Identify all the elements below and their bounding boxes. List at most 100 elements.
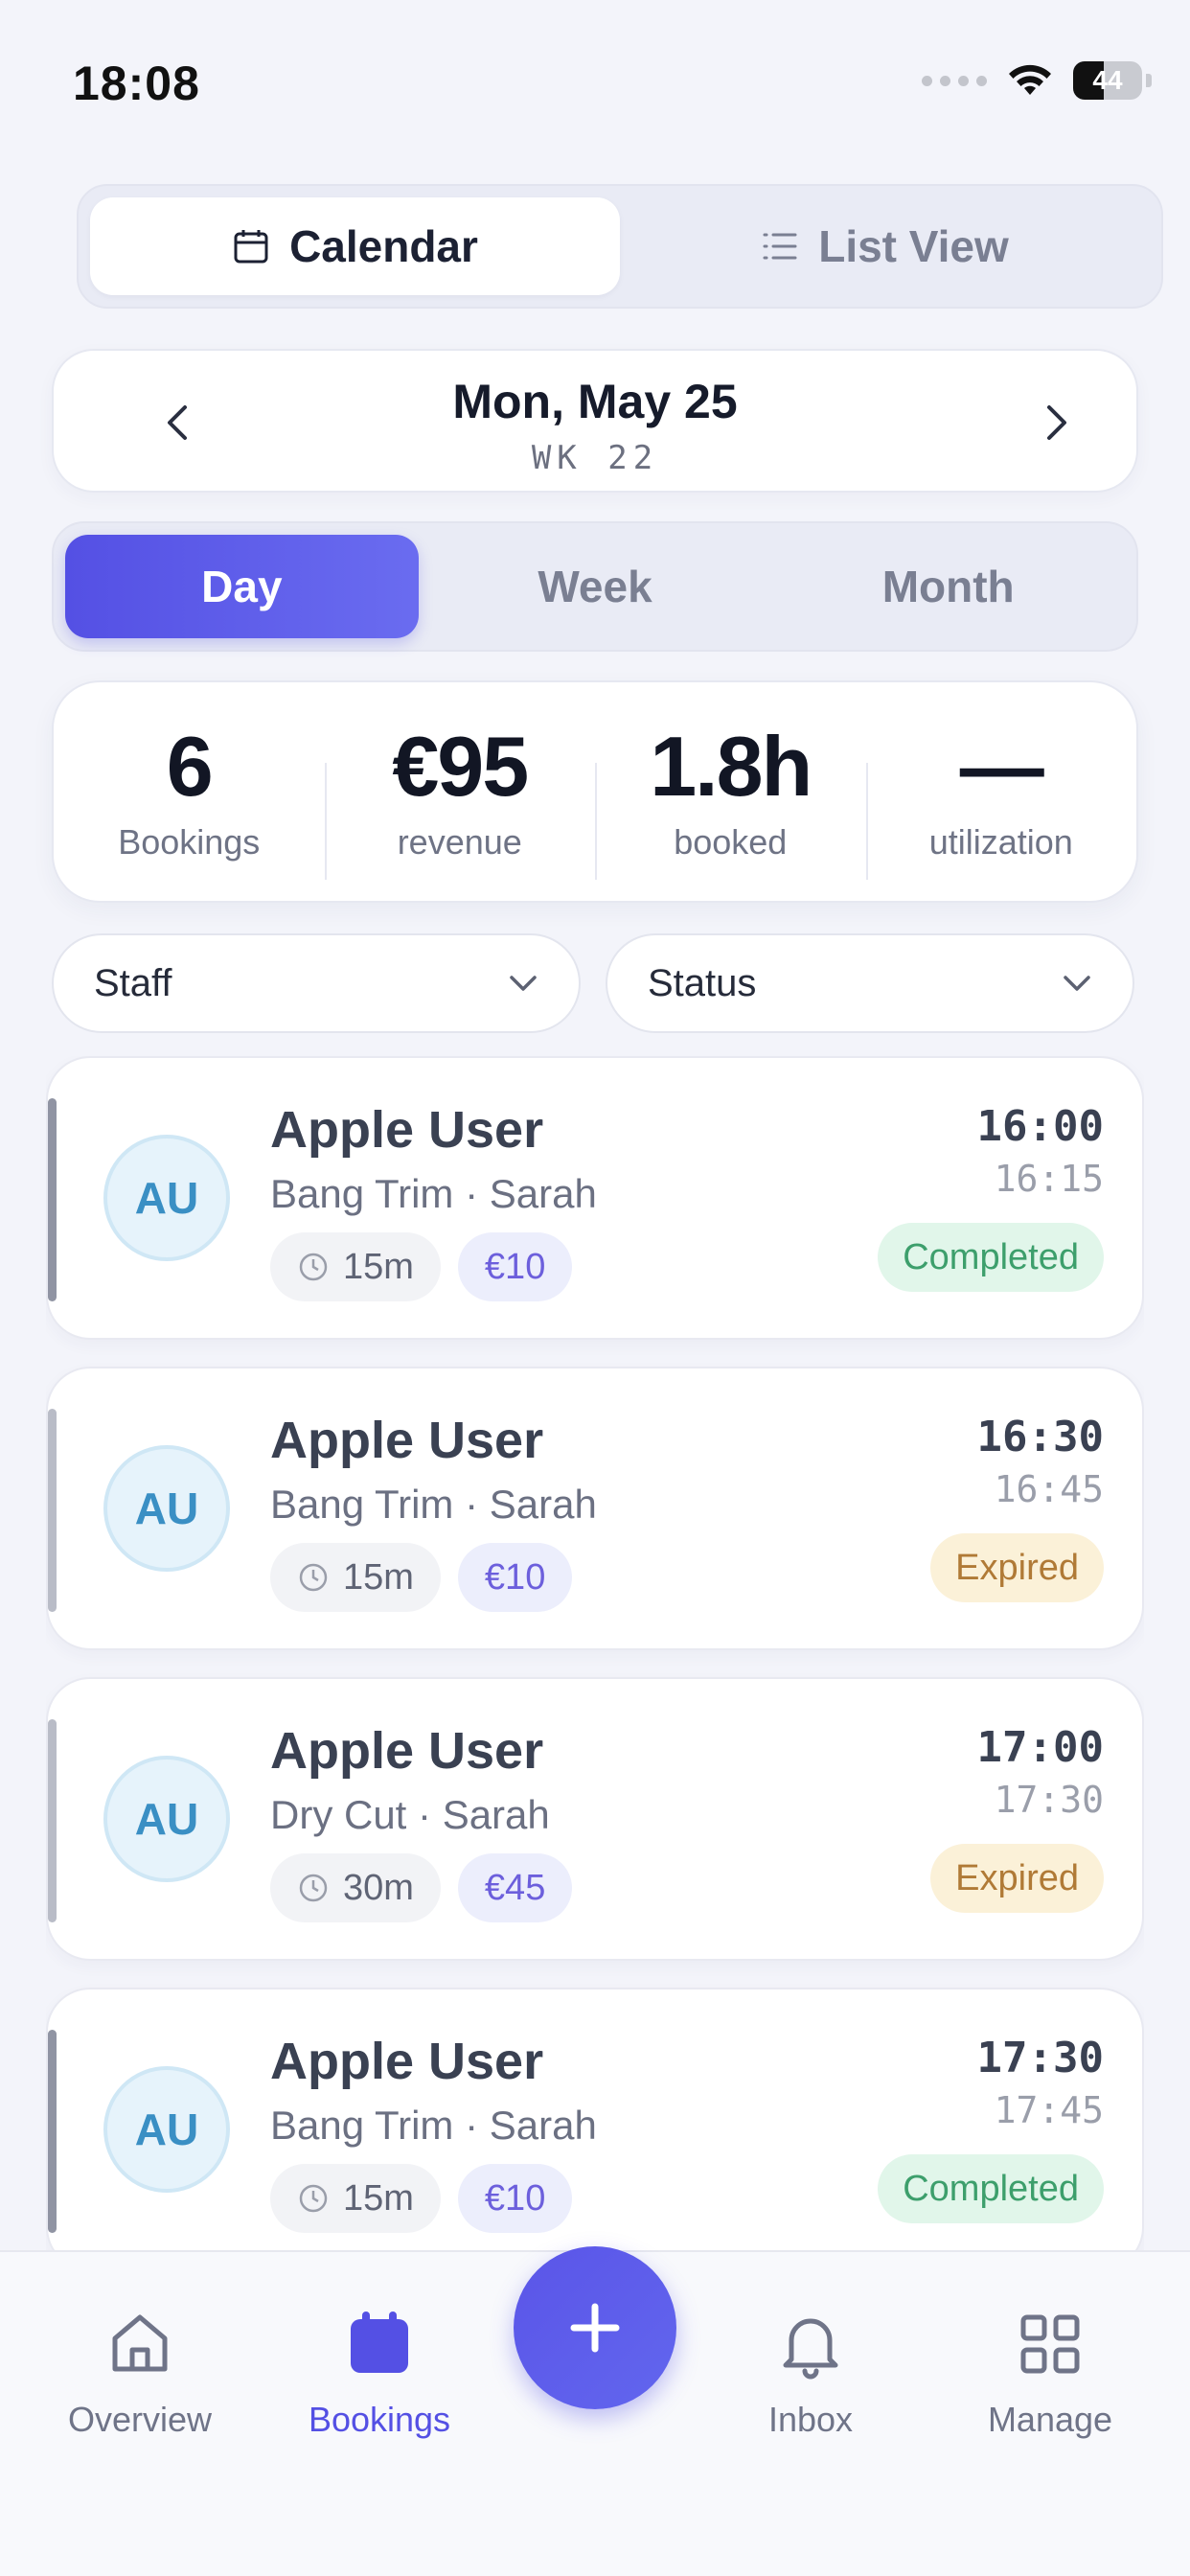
tab-list-view[interactable]: List View <box>620 197 1150 295</box>
wifi-icon <box>1009 64 1051 95</box>
stat-value: 6 <box>166 718 214 814</box>
battery-level: 44 <box>1092 65 1123 95</box>
stat-utilization: — utilization <box>865 718 1137 880</box>
avatar: AU <box>103 1445 230 1572</box>
tab-list-view-label: List View <box>818 221 1009 271</box>
clock-icon <box>299 2184 328 2213</box>
chevron-down-icon <box>510 976 537 991</box>
stat-booked-hours: 1.8h booked <box>595 718 866 880</box>
nav-inbox[interactable]: Inbox <box>705 2306 916 2440</box>
service-detail: Dry Cut · Sarah <box>270 1792 550 1837</box>
status-accent-bar <box>48 2030 57 2233</box>
booking-chips: 30m €45 <box>270 1853 573 1922</box>
bell-icon <box>783 2318 838 2380</box>
cellular-signal-icon <box>922 75 987 86</box>
tab-calendar[interactable]: Calendar <box>90 197 620 295</box>
status-badge: Completed <box>878 2154 1104 2223</box>
calendar-icon <box>351 2312 408 2373</box>
price-chip: €10 <box>457 2164 573 2233</box>
tab-calendar-label: Calendar <box>289 221 478 271</box>
duration-chip: 30m <box>270 1853 441 1922</box>
service-detail: Bang Trim · Sarah <box>270 2103 597 2148</box>
battery-icon: 44 <box>1073 61 1142 100</box>
staff-name: Sarah <box>489 1171 597 1216</box>
booking-chips: 15m €10 <box>270 2164 573 2233</box>
service-name: Bang Trim <box>270 1171 454 1216</box>
plus-icon <box>570 2303 620 2353</box>
staff-name: Sarah <box>489 2103 597 2148</box>
avatar: AU <box>103 1756 230 1882</box>
price-chip: €10 <box>457 1543 573 1612</box>
start-time: 16:00 <box>976 1102 1104 1151</box>
price-chip: €10 <box>457 1232 573 1301</box>
add-booking-button[interactable] <box>514 2246 676 2409</box>
clock-icon <box>299 1253 328 1281</box>
staff-filter-label: Staff <box>94 961 172 1004</box>
clock-icon <box>299 1563 328 1592</box>
tab-day[interactable]: Day <box>65 535 419 638</box>
nav-bookings-label: Bookings <box>308 2400 451 2439</box>
status-bar: 18:08 44 <box>0 0 1190 144</box>
staff-filter-dropdown[interactable]: Staff <box>52 933 581 1033</box>
status-time: 18:08 <box>73 57 200 110</box>
status-filter-dropdown[interactable]: Status <box>606 933 1134 1033</box>
service-name: Dry Cut <box>270 1792 407 1837</box>
customer-name: Apple User <box>270 1101 544 1159</box>
nav-inbox-label: Inbox <box>767 2400 854 2439</box>
selected-date: Mon, May 25 <box>452 375 738 428</box>
stat-label: booked <box>674 822 788 862</box>
stat-revenue: €95 revenue <box>324 720 596 880</box>
booking-list: AU Apple User Bang Trim · Sarah 15m €10 … <box>46 1056 1144 2250</box>
end-time: 16:15 <box>994 1158 1104 1200</box>
next-day-button[interactable] <box>1023 389 1090 456</box>
duration-value: 15m <box>343 1246 414 1287</box>
tab-week[interactable]: Week <box>419 535 772 638</box>
price-chip: €45 <box>457 1853 573 1922</box>
status-badge: Expired <box>930 1844 1104 1913</box>
period-toggle: Day Week Month <box>52 521 1138 652</box>
service-detail: Bang Trim · Sarah <box>270 1171 597 1216</box>
customer-name: Apple User <box>270 1412 544 1469</box>
staff-name: Sarah <box>489 1482 597 1527</box>
status-accent-bar <box>48 1719 57 1922</box>
chevron-down-icon <box>1064 976 1090 991</box>
service-name: Bang Trim <box>270 2103 454 2148</box>
list-icon <box>763 233 797 260</box>
stat-value: — <box>959 718 1044 814</box>
avatar: AU <box>103 2066 230 2193</box>
customer-name: Apple User <box>270 2033 544 2090</box>
nav-bookings[interactable]: Bookings <box>274 2306 485 2440</box>
booking-chips: 15m €10 <box>270 1232 573 1301</box>
grid-icon <box>1020 2314 1080 2374</box>
booking-card[interactable]: AU Apple User Dry Cut · Sarah 30m €45 17… <box>46 1677 1144 1961</box>
status-indicators: 44 <box>922 61 1152 100</box>
status-accent-bar <box>48 1098 57 1301</box>
status-accent-bar <box>48 1409 57 1612</box>
duration-value: 15m <box>343 2177 414 2219</box>
stats-summary: 6 Bookings €95 revenue 1.8h booked — uti… <box>52 680 1138 903</box>
status-badge: Expired <box>930 1533 1104 1602</box>
stat-value: 1.8h <box>650 718 812 814</box>
end-time: 17:30 <box>994 1779 1104 1821</box>
stat-bookings: 6 Bookings <box>54 718 325 863</box>
stat-label: revenue <box>397 822 522 862</box>
end-time: 16:45 <box>994 1468 1104 1510</box>
home-icon <box>112 2314 168 2372</box>
tab-month[interactable]: Month <box>771 535 1125 638</box>
booking-card[interactable]: AU Apple User Bang Trim · Sarah 15m €10 … <box>46 1988 1144 2250</box>
avatar: AU <box>103 1135 230 1261</box>
clock-icon <box>299 1874 328 1902</box>
nav-overview[interactable]: Overview <box>34 2306 245 2440</box>
status-filter-label: Status <box>648 961 757 1004</box>
duration-chip: 15m <box>270 1543 441 1612</box>
customer-name: Apple User <box>270 1722 544 1780</box>
duration-chip: 15m <box>270 1232 441 1301</box>
booking-chips: 15m €10 <box>270 1543 573 1612</box>
bookings-screen: 18:08 44 Calendar List View Mon, May 25 … <box>0 0 1190 2576</box>
end-time: 17:45 <box>994 2089 1104 2131</box>
booking-card[interactable]: AU Apple User Bang Trim · Sarah 15m €10 … <box>46 1056 1144 1340</box>
booking-card[interactable]: AU Apple User Bang Trim · Sarah 15m €10 … <box>46 1367 1144 1650</box>
nav-manage-label: Manage <box>987 2400 1113 2439</box>
nav-manage[interactable]: Manage <box>945 2306 1156 2440</box>
status-badge: Completed <box>878 1223 1104 1292</box>
